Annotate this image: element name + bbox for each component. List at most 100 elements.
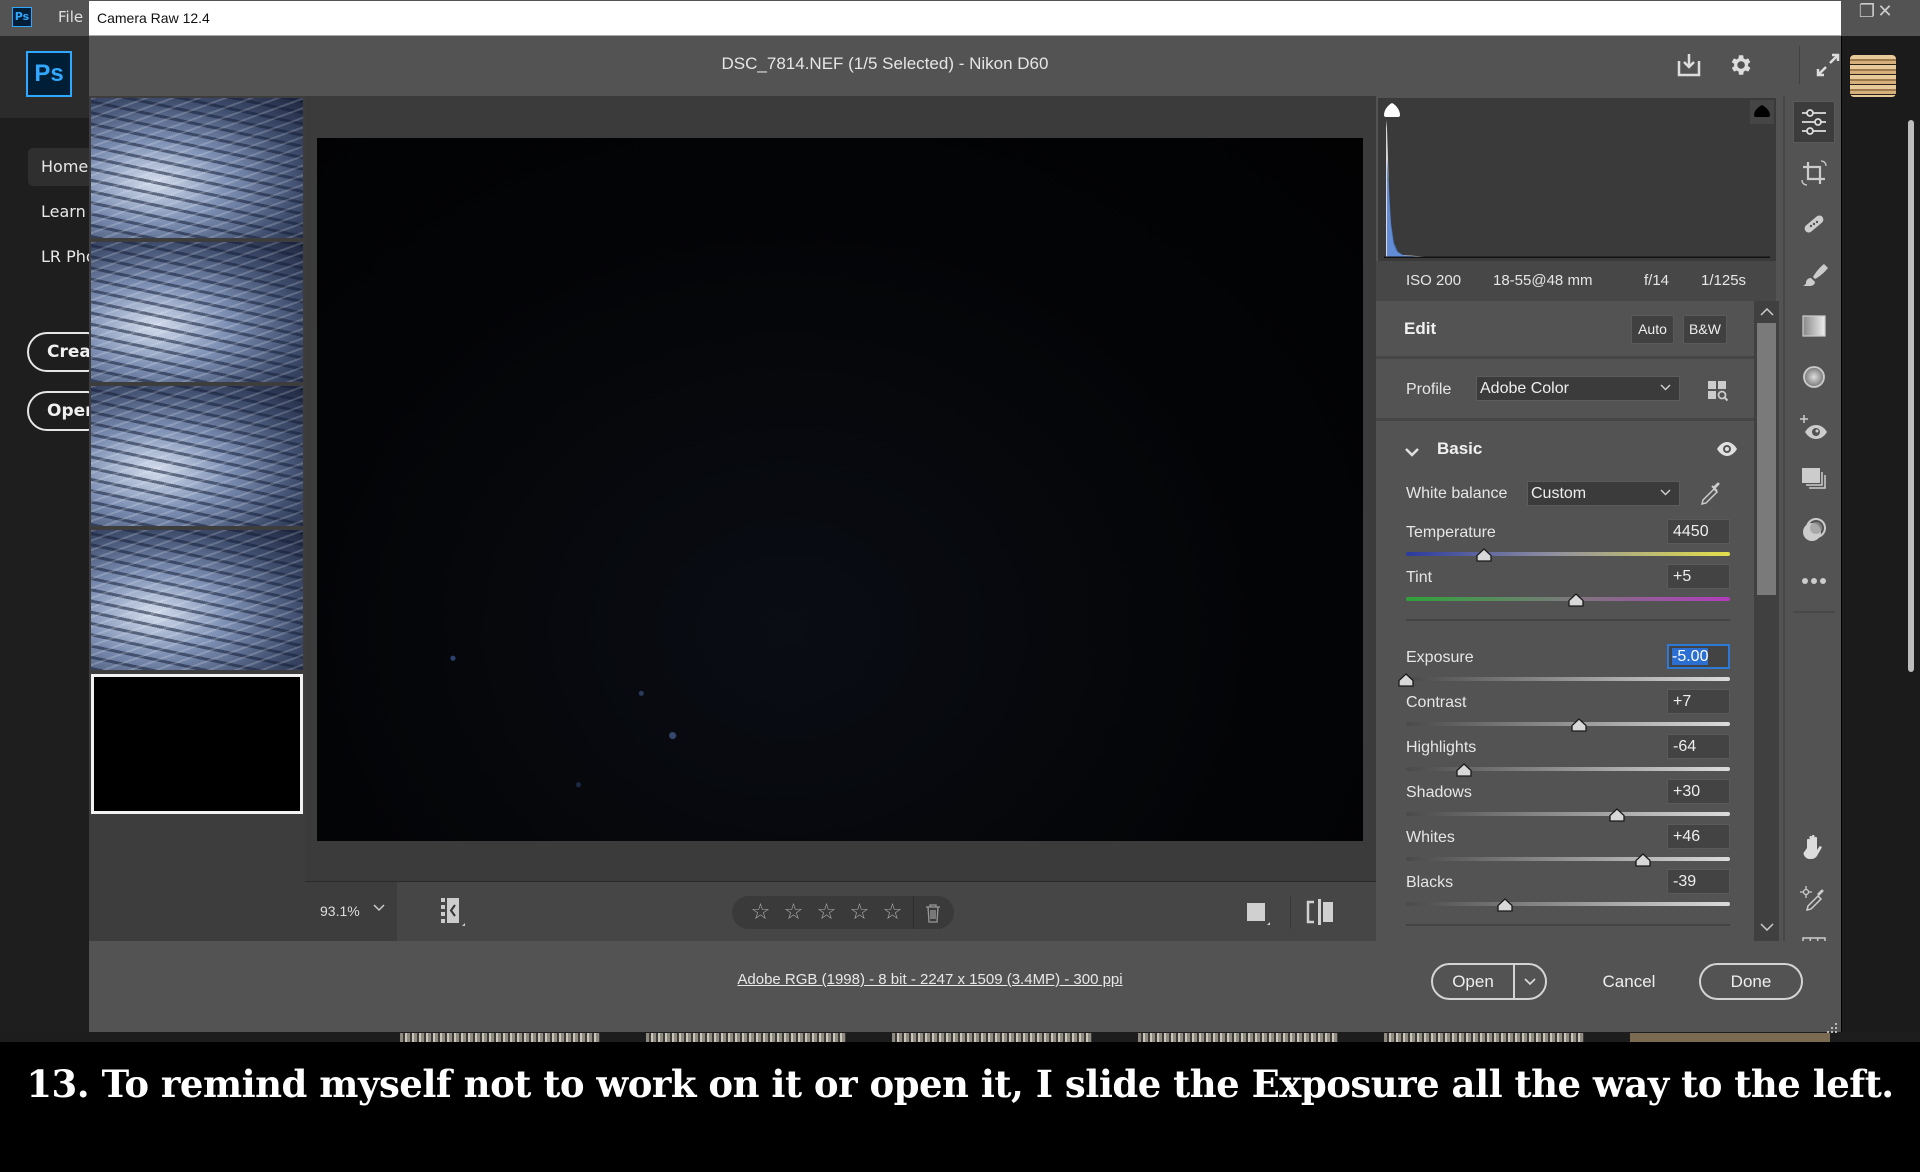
edit-panel: ISO 200 18-55@48 mm f/14 1/125s Edit Aut…	[1376, 96, 1779, 941]
white-balance-label: White balance	[1406, 485, 1508, 502]
shadows-value-input[interactable]: +30	[1667, 779, 1730, 804]
recent-file-thumbnail[interactable]	[892, 1033, 1092, 1042]
open-image-button[interactable]: Open	[1433, 965, 1515, 998]
color-sampler-icon[interactable]	[1793, 877, 1835, 919]
temperature-value-input[interactable]: 4450	[1667, 519, 1730, 544]
radial-filter-icon[interactable]	[1793, 356, 1835, 398]
zoom-level-dropdown[interactable]: 93.1%	[305, 882, 397, 942]
trash-icon[interactable]	[914, 903, 952, 923]
header-divider	[1799, 46, 1800, 84]
highlights-slider-track[interactable]	[1406, 767, 1730, 771]
whites-value: +46	[1673, 828, 1701, 845]
sidebar-item-lr-photos[interactable]: LR Photos	[28, 238, 98, 276]
filmstrip-thumbnail[interactable]	[91, 530, 303, 670]
red-eye-icon[interactable]	[1793, 407, 1835, 449]
file-title: DSC_7814.NEF (1/5 Selected) - Nikon D60	[721, 54, 1049, 73]
recent-file-thumbnail[interactable]	[400, 1033, 600, 1042]
crop-rotate-icon[interactable]	[1793, 152, 1835, 194]
resize-grip-icon[interactable]	[1827, 1018, 1837, 1033]
shadows-slider-track[interactable]	[1406, 812, 1730, 816]
single-view-icon[interactable]	[1245, 900, 1271, 926]
profile-row: Profile Adobe Color	[1376, 359, 1754, 421]
scroll-up-icon[interactable]	[1754, 301, 1779, 323]
file-menu[interactable]: File	[58, 8, 83, 26]
whites-value-input[interactable]: +46	[1667, 824, 1730, 849]
auto-button[interactable]: Auto	[1631, 315, 1674, 344]
white-balance-eyedropper-icon[interactable]	[1698, 479, 1724, 507]
sidebar-item-home[interactable]: Home	[28, 148, 98, 186]
temperature-slider-track[interactable]	[1406, 552, 1730, 556]
shadows-slider-thumb[interactable]	[1608, 807, 1625, 822]
open-options-dropdown[interactable]	[1515, 965, 1545, 998]
presets-icon[interactable]	[1793, 509, 1835, 551]
sidebar-item-learn[interactable]: Learn	[28, 193, 98, 231]
tint-slider-thumb[interactable]	[1568, 592, 1584, 607]
edit-sliders-icon[interactable]	[1793, 101, 1835, 143]
recent-file-thumbnail[interactable]	[646, 1033, 846, 1042]
scroll-down-icon[interactable]	[1754, 916, 1779, 938]
collapse-chevron-icon[interactable]	[1404, 443, 1422, 457]
histogram-graph	[1384, 120, 1770, 258]
visibility-eye-icon[interactable]	[1716, 441, 1738, 459]
cancel-button[interactable]: Cancel	[1589, 963, 1669, 1000]
edit-panel-scroll-area: Edit Auto B&W Profile Adobe Color Basic …	[1376, 301, 1779, 941]
shadows-value: +30	[1673, 783, 1701, 800]
spot-removal-icon[interactable]	[1793, 203, 1835, 245]
window-close-button[interactable]: ✕	[1858, 0, 1912, 24]
hand-tool-icon[interactable]	[1793, 826, 1835, 868]
scrollbar-thumb[interactable]	[1757, 323, 1776, 595]
image-preview[interactable]	[317, 138, 1363, 841]
highlights-value-input[interactable]: -64	[1667, 734, 1730, 759]
recent-file-thumbnail[interactable]	[1630, 1033, 1830, 1042]
white-balance-dropdown[interactable]: Custom	[1527, 481, 1680, 506]
done-button[interactable]: Done	[1699, 963, 1803, 1000]
blacks-slider-thumb[interactable]	[1497, 897, 1513, 912]
rating-star-4[interactable]: ☆	[843, 896, 876, 929]
graduated-filter-icon[interactable]	[1793, 305, 1835, 347]
settings-gear-icon[interactable]	[1723, 48, 1757, 82]
adjustment-brush-icon[interactable]	[1793, 254, 1835, 296]
whites-slider-track[interactable]	[1406, 857, 1730, 861]
rating-star-5[interactable]: ☆	[876, 896, 909, 929]
filmstrip-thumbnail[interactable]	[91, 98, 303, 238]
filmstrip-thumbnail[interactable]	[91, 242, 303, 382]
tint-value-input[interactable]: +5	[1667, 564, 1730, 589]
photoshop-app-icon: Ps	[12, 7, 32, 27]
camera-raw-title-bar: Camera Raw 12.4	[89, 1, 1841, 36]
more-options-icon[interactable]	[1793, 560, 1835, 602]
panel-scrollbar[interactable]	[1754, 301, 1779, 941]
highlights-slider-thumb[interactable]	[1456, 762, 1472, 777]
exposure-slider-thumb[interactable]	[1398, 672, 1414, 687]
recent-file-thumbnail[interactable]	[1138, 1033, 1338, 1042]
recent-file-thumbnail[interactable]	[1850, 55, 1896, 97]
rating-star-2[interactable]: ☆	[777, 896, 810, 929]
black-and-white-button[interactable]: B&W	[1683, 315, 1727, 344]
profile-browser-icon[interactable]	[1706, 379, 1730, 403]
blacks-value-input[interactable]: -39	[1667, 869, 1730, 894]
filmstrip-thumbnail[interactable]	[91, 386, 303, 526]
slider-contrast: Contrast +7	[1406, 689, 1730, 739]
sidebar-header: Ps	[0, 36, 90, 118]
exposure-value-input[interactable]: -5.00	[1667, 644, 1730, 669]
temperature-slider-thumb[interactable]	[1476, 547, 1492, 562]
snapshots-icon[interactable]	[1793, 458, 1835, 500]
profile-dropdown[interactable]: Adobe Color	[1476, 376, 1680, 401]
basic-section-title[interactable]: Basic	[1437, 439, 1482, 459]
toggle-filmstrip-icon[interactable]	[440, 896, 466, 928]
contrast-slider-track[interactable]	[1406, 722, 1730, 726]
highlights-label: Highlights	[1406, 739, 1477, 756]
whites-slider-thumb[interactable]	[1634, 852, 1651, 867]
before-after-view-icon[interactable]	[1305, 898, 1335, 926]
photoshop-scrollbar[interactable]	[1908, 120, 1914, 672]
recent-file-thumbnail[interactable]	[1384, 1033, 1584, 1042]
save-image-icon[interactable]	[1672, 48, 1706, 82]
blacks-slider-track[interactable]	[1406, 902, 1730, 906]
exposure-slider-track[interactable]	[1406, 677, 1730, 681]
rating-star-3[interactable]: ☆	[810, 896, 843, 929]
contrast-value-input[interactable]: +7	[1667, 689, 1730, 714]
workflow-options-link[interactable]: Adobe RGB (1998) - 8 bit - 2247 x 1509 (…	[89, 971, 1376, 988]
contrast-slider-thumb[interactable]	[1571, 717, 1587, 732]
filmstrip-thumbnail-selected[interactable]	[91, 674, 303, 814]
rating-star-1[interactable]: ☆	[744, 896, 777, 929]
full-screen-icon[interactable]	[1811, 48, 1845, 82]
